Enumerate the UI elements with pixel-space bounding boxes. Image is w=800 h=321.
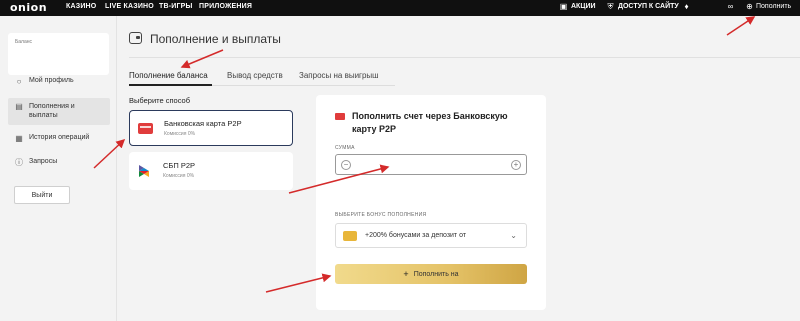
panel-title: Пополнить счет через Банковскую карту P2… <box>352 111 508 134</box>
sidebar: Баланс ○ Мой профиль ▤ Пополнения и выпл… <box>0 16 117 321</box>
tab-win-requests[interactable]: Запросы на выигрыш <box>299 71 379 80</box>
sidebar-item-label: Мой профиль <box>29 77 74 84</box>
amount-input[interactable]: − + <box>335 154 527 175</box>
sidebar-item-payments[interactable]: ▤ Пополнения и выплаты <box>8 98 110 125</box>
amount-label: СУММА <box>335 145 355 151</box>
user-icon: ○ <box>16 77 22 86</box>
topbar-deposit-button[interactable]: Пополнить <box>756 3 791 10</box>
bonus-selected-value: +200% бонусами за депозит от <box>365 232 467 239</box>
nav-casino[interactable]: КАЗИНО <box>66 3 96 10</box>
nav-apps[interactable]: ПРИЛОЖЕНИЯ <box>199 3 252 10</box>
plus-icon: + <box>403 269 409 279</box>
method-bank-card-p2p[interactable]: Банковская карта P2P Комиссия 0% <box>129 110 293 146</box>
page-title: Пополнение и выплаты <box>150 32 281 46</box>
site-logo[interactable]: onion <box>10 1 47 14</box>
method-commission: Комиссия 0% <box>164 131 196 137</box>
chevron-down-icon: ⌄ <box>510 231 517 240</box>
divider <box>129 57 800 58</box>
logout-button[interactable]: Выйти <box>14 186 70 204</box>
credit-card-icon <box>138 123 153 134</box>
sidebar-item-label: Запросы <box>29 158 58 165</box>
sidebar-item-label: Пополнения и выплаты <box>29 103 75 119</box>
grid-icon: ▦ <box>15 134 23 143</box>
method-commission: Комиссия 0% <box>163 173 195 179</box>
wallet-icon: ▤ <box>15 102 23 111</box>
deposit-button-label: Пополнить на <box>413 270 459 278</box>
sidebar-item-requests[interactable]: ⓘ Запросы <box>8 158 110 172</box>
choose-method-label: Выберите способ <box>129 96 191 105</box>
balance-label: Баланс <box>15 39 33 45</box>
tab-withdraw[interactable]: Вывод средств <box>227 71 283 80</box>
plus-button[interactable]: + <box>511 160 521 170</box>
credit-card-icon <box>335 113 345 120</box>
active-tab-indicator <box>129 84 212 86</box>
gift-icon: ▣ <box>559 2 568 11</box>
bell-icon[interactable]: ♦ <box>682 2 691 11</box>
sidebar-item-history[interactable]: ▦ История операций <box>8 134 110 148</box>
balance-card: Баланс <box>8 33 109 75</box>
deposit-panel: Пополнить счет через Банковскую карту P2… <box>316 95 546 310</box>
sidebar-item-label: История операций <box>29 134 90 141</box>
nav-live-casino[interactable]: LIVE КАЗИНО <box>105 3 154 10</box>
sidebar-item-profile[interactable]: ○ Мой профиль <box>8 77 110 91</box>
minus-button[interactable]: − <box>341 160 351 170</box>
method-title: Банковская карта P2P <box>164 119 242 128</box>
arrow-to-deposit-tab <box>180 49 224 69</box>
method-sbp-p2p[interactable]: СБП P2P Комиссия 0% <box>129 152 293 190</box>
link-icon[interactable]: ∞ <box>726 2 735 11</box>
arrow-to-topbar-deposit <box>726 16 756 36</box>
method-title: СБП P2P <box>163 161 195 170</box>
wallet-icon <box>129 32 142 44</box>
nav-site-access[interactable]: ДОСТУП К САЙТУ <box>618 3 679 10</box>
top-navigation-bar: onion КАЗИНО LIVE КАЗИНО ТВ-ИГРЫ ПРИЛОЖЕ… <box>0 0 800 16</box>
shield-icon: ⛨ <box>607 2 614 11</box>
plus-circle-icon: ⊕ <box>746 2 753 11</box>
nav-promotions[interactable]: АКЦИИ <box>571 3 596 10</box>
sbp-icon <box>139 165 149 177</box>
question-icon: ⓘ <box>15 158 23 167</box>
nav-tv-games[interactable]: ТВ-ИГРЫ <box>159 3 193 10</box>
bonus-label: ВЫБЕРИТЕ БОНУС ПОПОЛНЕНИЯ <box>335 212 427 218</box>
deposit-button[interactable]: + Пополнить на <box>335 264 527 284</box>
bonus-select[interactable]: +200% бонусами за депозит от ⌄ <box>335 223 527 248</box>
tab-deposit[interactable]: Пополнение баланса <box>129 71 208 80</box>
bonus-icon <box>343 231 357 241</box>
